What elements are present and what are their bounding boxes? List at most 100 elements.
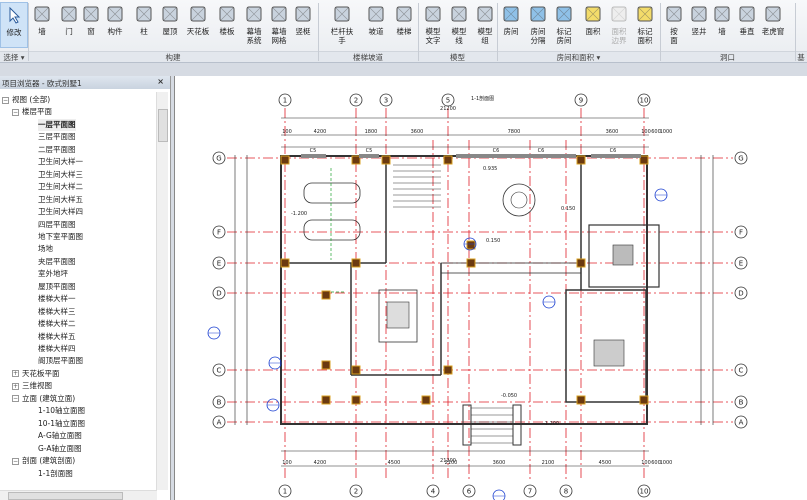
window: [301, 154, 326, 158]
level-mark: 0.150: [561, 206, 575, 212]
vertical-button[interactable]: 垂直: [733, 2, 761, 48]
tree-item[interactable]: 楼梯大样四: [38, 343, 76, 355]
model-line-button[interactable]: 模型 线: [445, 2, 473, 48]
tree-item[interactable]: 室外地坪: [38, 268, 68, 280]
tree-item-label: 1-1剖面图: [38, 468, 73, 478]
section-label: 1-1剖面图: [471, 95, 494, 102]
tree-item[interactable]: 卫生间大样一: [38, 156, 83, 168]
tree-item[interactable]: 楼梯大样二: [38, 318, 76, 330]
tree-item[interactable]: 阁顶层平面图: [38, 355, 83, 367]
vertical-scrollbar[interactable]: [156, 92, 168, 490]
collapse-icon[interactable]: −: [12, 395, 19, 403]
level-mark: -1.200: [291, 211, 307, 217]
tree-item[interactable]: 地下室平面图: [38, 231, 83, 243]
roof-button[interactable]: 屋顶: [156, 2, 184, 48]
ceiling-button[interactable]: 天花板: [184, 2, 212, 48]
tree-item[interactable]: G-A轴立面图: [38, 443, 81, 455]
tree-item[interactable]: 一层平面图: [38, 118, 76, 131]
tree-item-label: 二层平面图: [38, 144, 76, 154]
drawing-canvas[interactable]: 1 2 3 5 9 10 1 2 4 6 7 8 10 G G F F E E D D C C B B A A 21200 21200 1…: [174, 76, 807, 500]
scrollbar-thumb[interactable]: [158, 109, 168, 142]
room-separator-button[interactable]: 房间 分隔: [524, 2, 552, 48]
dimension-text: 100: [282, 460, 292, 466]
tree-item[interactable]: 10-1轴立面图: [38, 418, 85, 430]
dormer-button[interactable]: 老虎窗: [759, 2, 787, 48]
tree-item[interactable]: 三层平面图: [38, 131, 76, 143]
collapse-icon[interactable]: −: [12, 457, 19, 465]
column: [443, 155, 453, 165]
column: [639, 155, 649, 165]
area-button[interactable]: 面积: [579, 2, 607, 48]
mullion-button[interactable]: 竖梃: [289, 2, 317, 48]
button-label: 模型 组: [477, 27, 493, 45]
button-label: 墙: [718, 27, 726, 36]
window: [359, 154, 379, 158]
tree-item[interactable]: + 天花板平面: [12, 368, 60, 380]
panel-divider: [497, 3, 498, 61]
by-face-button[interactable]: 按 面: [660, 2, 688, 48]
window: [456, 154, 576, 158]
modify-button[interactable]: 修改: [0, 2, 28, 48]
wall-icon: [33, 5, 51, 23]
panel-divider: [418, 3, 419, 61]
wall-button[interactable]: 墙: [28, 2, 56, 48]
panel-label[interactable]: 房间和面积 ▾: [497, 51, 660, 62]
tree-item[interactable]: 卫生间大样二: [38, 181, 83, 193]
tree-item[interactable]: 楼梯大样五: [38, 331, 76, 343]
tag-area-icon: [636, 5, 654, 23]
tree-item[interactable]: 卫生间大样四: [38, 206, 83, 218]
axis-label: 3: [384, 97, 388, 105]
interior-wall: [440, 262, 582, 274]
project-browser-header: 项目浏览器 - 欧式别墅1 ×: [0, 76, 170, 89]
curtain-system-button[interactable]: 幕墙 系统: [240, 2, 268, 48]
tree-item[interactable]: + 三维视图: [12, 380, 52, 392]
expand-icon[interactable]: +: [12, 370, 19, 378]
component-button[interactable]: 构件: [101, 2, 129, 48]
collapse-icon[interactable]: −: [2, 96, 9, 104]
component-icon: [106, 5, 124, 23]
tag-room-button[interactable]: 标记 房间: [550, 2, 578, 48]
tree-item[interactable]: 四层平面图: [38, 219, 76, 231]
curtain-system-icon: [245, 5, 263, 23]
wall-opening-button[interactable]: 墙: [708, 2, 736, 48]
scrollbar-thumb[interactable]: [8, 492, 123, 500]
tree-item[interactable]: 屋顶平面图: [38, 281, 76, 293]
room-button[interactable]: 房间: [497, 2, 525, 48]
model-text-button[interactable]: 模型 文字: [419, 2, 447, 48]
tree-item[interactable]: − 剖面 (建筑剖面): [12, 455, 75, 467]
tag-area-button[interactable]: 标记 面积: [631, 2, 659, 48]
tree-item-label: 卫生间大样二: [38, 182, 83, 192]
floor-plan: 1 2 3 5 9 101 2 4 6 7 8 10G GF FE ED DC CB BA A21200212001…: [207, 93, 748, 500]
collapse-icon[interactable]: −: [12, 108, 19, 116]
tree-item[interactable]: 夹层平面图: [38, 256, 76, 268]
level-mark: 0.935: [483, 166, 497, 172]
column-button[interactable]: 柱: [130, 2, 158, 48]
expand-icon[interactable]: +: [12, 382, 19, 390]
tree-item[interactable]: 二层平面图: [38, 144, 76, 156]
tag-room-icon: [555, 5, 573, 23]
tree-item[interactable]: 楼梯大样一: [38, 293, 76, 305]
close-icon[interactable]: ×: [157, 77, 164, 86]
model-group-button[interactable]: 模型 组: [471, 2, 499, 48]
tree-item[interactable]: 场地: [38, 243, 53, 255]
button-label: 房间: [503, 27, 519, 36]
window-tag: C5: [366, 148, 373, 154]
roof-icon: [161, 5, 179, 23]
stair-button[interactable]: 楼梯: [390, 2, 418, 48]
area-boundary-button[interactable]: 面积 边界: [605, 2, 633, 48]
tree-item[interactable]: − 楼层平面: [12, 106, 52, 118]
tree-item[interactable]: − 视图 (全部): [2, 94, 50, 106]
tree-item[interactable]: A-G轴立面图: [38, 430, 82, 442]
floor-icon: [218, 5, 236, 23]
panel-label[interactable]: 选择 ▾: [0, 51, 28, 62]
tree-item[interactable]: 1-1剖面图: [38, 468, 73, 480]
horizontal-scrollbar[interactable]: [0, 490, 157, 500]
ramp-button[interactable]: 坡道: [362, 2, 390, 48]
tree-item[interactable]: 卫生间大样三: [38, 169, 83, 181]
tree-item[interactable]: 1-10轴立面图: [38, 405, 85, 417]
tree-item[interactable]: 卫生间大样五: [38, 194, 83, 206]
floor-button[interactable]: 楼板: [213, 2, 241, 48]
railing-button[interactable]: 栏杆扶手: [328, 2, 356, 48]
tree-item[interactable]: 楼梯大样三: [38, 306, 76, 318]
tree-item[interactable]: − 立面 (建筑立面): [12, 393, 75, 405]
